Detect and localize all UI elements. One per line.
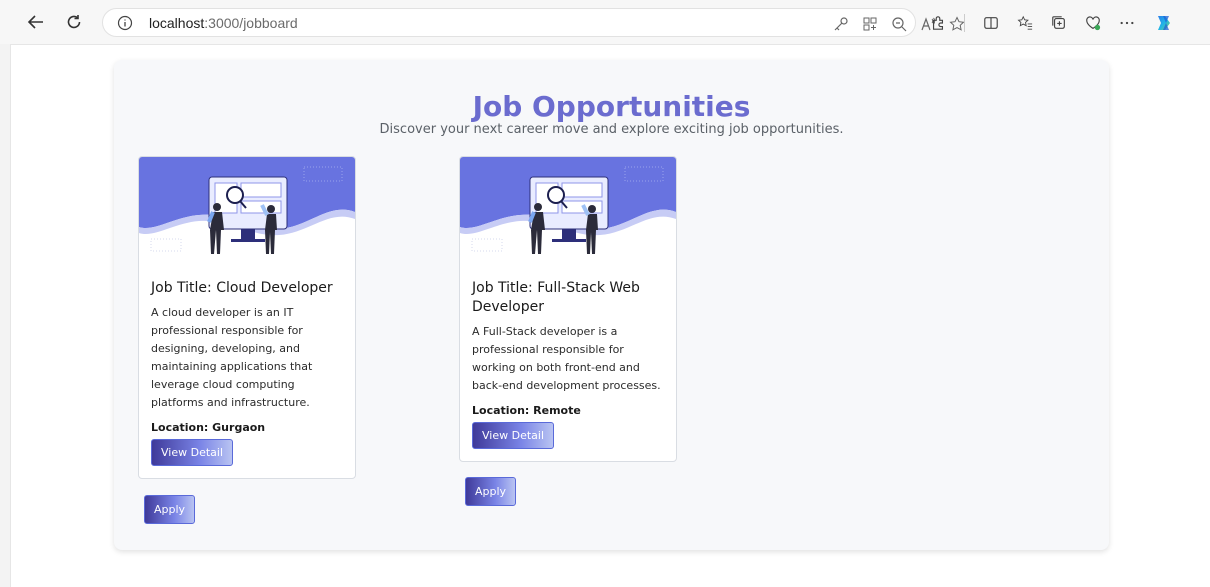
url-text[interactable]: localhost:3000/jobboard: [149, 15, 298, 31]
job-description: A Full-Stack developer is a professional…: [472, 325, 661, 392]
extensions-icon[interactable]: [930, 15, 946, 31]
page-viewport: Job Opportunities Discover your next car…: [10, 44, 1210, 587]
job-illustration-icon: [460, 157, 676, 257]
apply-button[interactable]: Apply: [144, 495, 196, 524]
toolbar-divider: [964, 14, 965, 32]
refresh-icon[interactable]: [62, 10, 86, 34]
grid-icon[interactable]: [862, 16, 878, 32]
more-options-icon[interactable]: [1119, 15, 1135, 31]
job-location: Location: Gurgaon: [151, 421, 266, 434]
back-arrow-icon[interactable]: [24, 10, 48, 34]
split-screen-icon[interactable]: [983, 15, 999, 31]
address-bar[interactable]: localhost:3000/jobboard: [102, 8, 965, 37]
info-icon[interactable]: [117, 15, 133, 31]
url-host: localhost: [149, 15, 205, 31]
browser-toolbar: localhost:3000/jobboard: [0, 0, 1210, 44]
page-title: Job Opportunities: [472, 90, 751, 123]
key-icon[interactable]: [833, 16, 849, 32]
copilot-icon[interactable]: [1153, 12, 1175, 34]
job-board-panel: Job Opportunities Discover your next car…: [114, 60, 1109, 550]
job-card: Job Title: Full-Stack Web Developer A Fu…: [459, 156, 677, 462]
favorites-icon[interactable]: [1017, 15, 1033, 31]
browser-essentials-icon[interactable]: [1085, 15, 1101, 31]
job-title: Job Title: Cloud Developer: [151, 280, 333, 296]
job-title: Job Title: Full-Stack Web Developer: [472, 280, 640, 315]
job-location: Location: Remote: [472, 404, 581, 417]
page-subtitle: Discover your next career move and explo…: [379, 122, 844, 137]
view-detail-button[interactable]: View Detail: [472, 422, 555, 449]
job-description: A cloud developer is an IT professional …: [151, 306, 313, 409]
collections-icon[interactable]: [1051, 15, 1067, 31]
job-card: Job Title: Cloud Developer A cloud devel…: [138, 156, 356, 479]
url-path: :3000/jobboard: [204, 15, 298, 31]
apply-button[interactable]: Apply: [465, 477, 517, 506]
view-detail-button[interactable]: View Detail: [151, 439, 234, 466]
job-illustration-icon: [139, 157, 355, 257]
zoom-out-icon[interactable]: [891, 16, 907, 32]
